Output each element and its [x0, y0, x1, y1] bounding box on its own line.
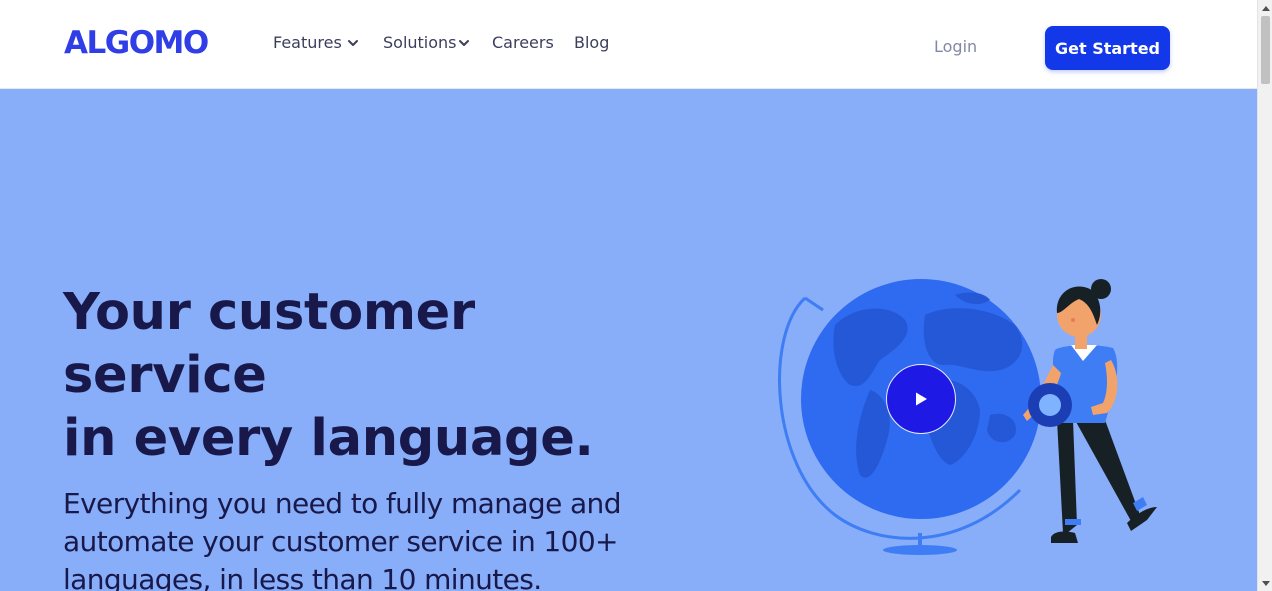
hero-title: Your customer service in every language.: [63, 281, 623, 470]
algomo-logo[interactable]: ALGOMO: [64, 25, 209, 61]
nav-item-blog[interactable]: Blog: [574, 33, 609, 53]
login-link[interactable]: Login: [934, 37, 977, 57]
woman-with-globe-illustration: [778, 279, 1157, 555]
page-scrollbar[interactable]: [1257, 0, 1272, 591]
site-header: ALGOMO Features Solutions Careers Blog L…: [0, 0, 1257, 89]
chevron-down-icon: [347, 40, 358, 46]
nav-item-features[interactable]: Features: [273, 33, 360, 53]
nav-item-solutions[interactable]: Solutions: [383, 33, 471, 53]
chevron-down-icon: [458, 40, 469, 46]
scrollbar-thumb[interactable]: [1261, 16, 1270, 84]
nav-item-label: Solutions: [383, 33, 457, 52]
play-icon: [916, 392, 927, 406]
play-video-button[interactable]: [886, 364, 956, 434]
hero-title-line: in every language.: [63, 409, 594, 468]
nav-item-label: Features: [273, 33, 342, 52]
nav-item-careers[interactable]: Careers: [492, 33, 554, 53]
hero-title-line: Your customer: [63, 283, 475, 342]
get-started-button[interactable]: Get Started: [1045, 26, 1170, 70]
hero-subtitle: Everything you need to fully manage and …: [63, 487, 621, 591]
scroll-up-arrow-icon[interactable]: [1258, 0, 1272, 15]
hero-title-line: service: [63, 346, 267, 405]
scroll-down-arrow-icon[interactable]: [1258, 576, 1272, 591]
hero-section: Your customer service in every language.…: [0, 89, 1257, 591]
